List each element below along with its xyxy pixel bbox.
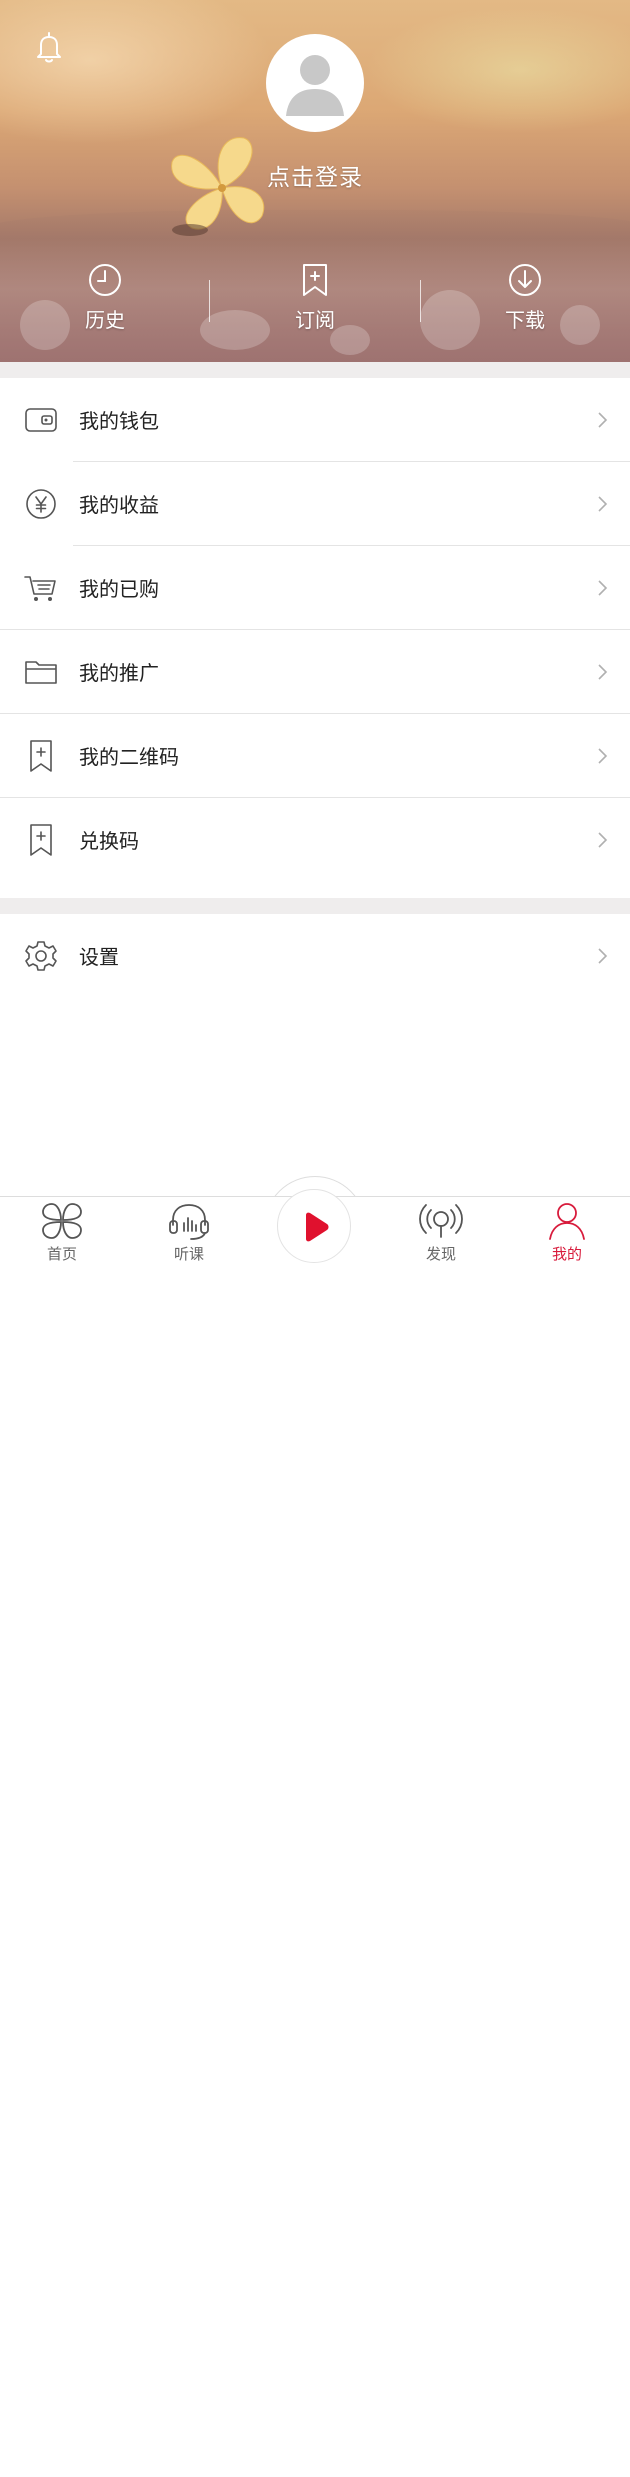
menu-item-label: 我的二维码 [79,745,179,769]
gear-icon [25,941,57,971]
chevron-right-icon [598,664,608,680]
menu-item-earnings[interactable]: 我的收益 [0,462,630,546]
menu-item-wallet[interactable]: 我的钱包 [0,378,630,462]
menu-item-settings[interactable]: 设置 [0,914,630,998]
download-button[interactable]: 下载 [465,258,585,338]
menu-item-label: 设置 [79,945,119,969]
menu-item-label: 我的钱包 [79,409,159,433]
play-button-inner [277,1189,351,1263]
bookmark-plus-icon [303,264,327,296]
history-button[interactable]: 历史 [45,258,165,338]
subscribe-label: 订阅 [295,308,335,332]
menu-item-qrcode[interactable]: 我的二维码 [0,714,630,798]
tab-mine[interactable]: 我的 [517,1197,617,1281]
person-icon [549,1203,585,1240]
section-gap [0,362,630,378]
menu-item-label: 我的已购 [79,577,159,601]
subscribe-button[interactable]: 订阅 [255,258,375,338]
bookmark-plus-icon [30,824,52,856]
menu-item-purchased[interactable]: 我的已购 [0,546,630,630]
menu-item-label: 我的收益 [79,493,159,517]
chevron-right-icon [598,496,608,512]
chevron-right-icon [598,748,608,764]
clover-icon [42,1203,82,1239]
section-gap [0,898,630,914]
play-icon [306,1212,329,1242]
default-user-icon [286,55,344,116]
quick-links: 历史 订阅 下载 [0,258,630,338]
menu-group-account: 我的钱包 我的收益 我的已购 我的推广 我的二维码 兑换码 [0,378,630,882]
divider [209,280,210,322]
tab-label: 首页 [46,1245,77,1263]
profile-header: 点击登录 历史 订阅 下载 [0,0,630,362]
chevron-right-icon [598,832,608,848]
tab-home[interactable]: 首页 [12,1197,112,1281]
menu-item-redeem-code[interactable]: 兑换码 [0,798,630,882]
download-label: 下载 [505,308,545,332]
wallet-icon [25,408,57,432]
chevron-right-icon [598,580,608,596]
tab-label: 我的 [551,1245,582,1263]
avatar[interactable] [266,34,364,132]
nav-center-gap [263,2394,367,2477]
chevron-right-icon [598,948,608,964]
bookmark-plus-icon [30,740,52,772]
yen-icon [26,489,56,519]
history-label: 历史 [85,308,125,332]
bell-icon[interactable] [34,30,64,64]
menu-item-promotion[interactable]: 我的推广 [0,630,630,714]
menu-item-label: 我的推广 [79,661,159,685]
play-button[interactable] [264,1176,366,1278]
chevron-right-icon [598,412,608,428]
login-prompt[interactable]: 点击登录 [230,158,400,192]
tab-label: 发现 [425,1245,456,1263]
divider [420,280,421,322]
cart-icon [24,576,56,601]
clock-icon [89,264,121,296]
folder-icon [25,661,57,684]
tab-label: 听课 [173,1245,204,1263]
menu-group-settings: 设置 [0,914,630,998]
tab-lessons[interactable]: 听课 [139,1197,239,1281]
tab-discover[interactable]: 发现 [391,1197,491,1281]
headphones-icon [169,1204,209,1240]
menu-item-label: 兑换码 [79,829,139,853]
broadcast-icon [419,1204,463,1238]
download-icon [509,264,541,296]
